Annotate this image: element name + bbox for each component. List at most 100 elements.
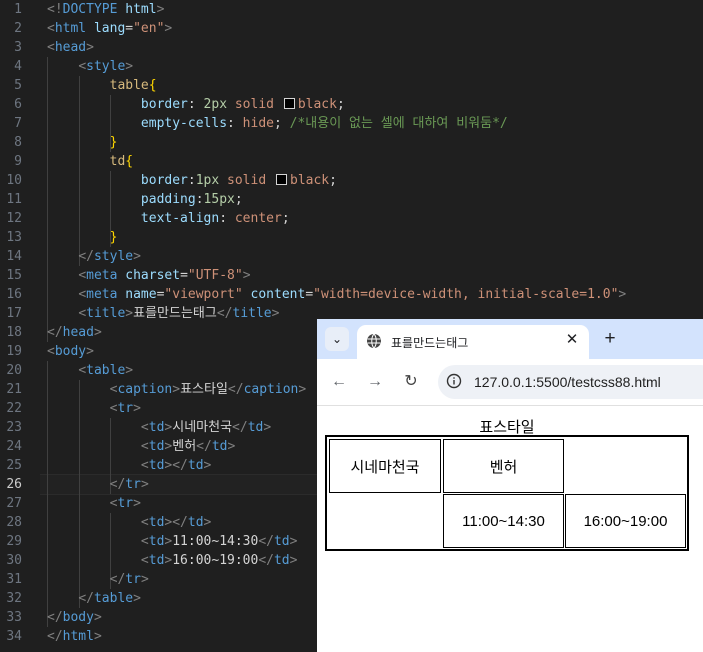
code-line[interactable]: 16 <meta name="viewport" content="width=… [0, 285, 703, 304]
line-number: 6 [14, 97, 22, 112]
code-text: padding:15px; [140, 192, 243, 207]
code-text: <td></td> [140, 458, 212, 473]
code-line[interactable]: 15 <meta charset="UTF-8"> [0, 266, 703, 285]
line-number: 1 [14, 2, 22, 17]
code-text: empty-cells: hide; /*내용이 없는 셀에 대하여 비워둠*/ [140, 116, 508, 131]
color-swatch-icon[interactable] [276, 174, 287, 185]
browser-window[interactable]: ⌄ 표를만드는태그 ✕ + ← → ↻ 127.0.0.1:5500/testc… [317, 319, 703, 652]
code-line[interactable]: 8 } [0, 133, 703, 152]
line-number: 9 [14, 154, 22, 169]
tab-search-button[interactable]: ⌄ [325, 327, 349, 351]
back-button[interactable]: ← [328, 371, 350, 393]
code-line[interactable]: 1 <!DOCTYPE html> [0, 0, 703, 19]
code-text: border: 2px solid black; [140, 97, 345, 112]
code-text: </table> [78, 591, 141, 606]
code-line[interactable]: 7 empty-cells: hide; /*내용이 없는 셀에 대하여 비워둠… [0, 114, 703, 133]
line-number: 13 [6, 230, 22, 245]
code-line[interactable]: 2 <html lang="en"> [0, 19, 703, 38]
code-text: </style> [78, 249, 141, 264]
line-number: 32 [6, 591, 22, 606]
code-text: </tr> [109, 572, 149, 587]
code-text: </head> [47, 325, 102, 340]
line-number: 14 [6, 249, 22, 264]
code-line[interactable]: 6 border: 2px solid black; [0, 95, 703, 114]
code-line[interactable]: 4 <style> [0, 57, 703, 76]
line-number: 4 [14, 59, 22, 74]
line-number: 29 [6, 534, 22, 549]
code-line[interactable]: 5 table{ [0, 76, 703, 95]
code-line[interactable]: 14 </style> [0, 247, 703, 266]
code-text: <meta name="viewport" content="width=dev… [78, 287, 627, 302]
table-cell: 16:00~19:00 [565, 494, 686, 548]
line-number: 7 [14, 116, 22, 131]
line-number: 24 [6, 439, 22, 454]
line-number: 2 [14, 21, 22, 36]
code-text: } [109, 230, 118, 245]
code-text: <td>11:00~14:30</td> [140, 534, 298, 549]
forward-button[interactable]: → [364, 371, 386, 393]
code-text: <tr> [109, 401, 141, 416]
line-number: 23 [6, 420, 22, 435]
tab-active[interactable]: 표를만드는태그 ✕ [357, 325, 589, 359]
table-caption: 표스타일 [479, 419, 535, 436]
code-text: } [109, 135, 118, 150]
code-line[interactable]: 11 padding:15px; [0, 190, 703, 209]
code-text: <table> [78, 363, 134, 378]
line-number: 21 [6, 382, 22, 397]
line-number: 31 [6, 572, 22, 587]
tab-strip: ⌄ 표를만드는태그 ✕ + [317, 319, 703, 359]
code-text: <body> [47, 344, 94, 359]
code-line[interactable]: 10 border:1px solid black; [0, 171, 703, 190]
code-text: <head> [47, 40, 94, 55]
code-text: </html> [47, 629, 102, 644]
code-text: </body> [47, 610, 102, 625]
code-text: <tr> [109, 496, 141, 511]
globe-icon [367, 333, 381, 349]
line-number: 18 [6, 325, 22, 340]
table-cell: 시네마천국 [329, 439, 441, 493]
url-text: 127.0.0.1:5500/testcss88.html [474, 374, 661, 390]
line-number: 28 [6, 515, 22, 530]
table-cell: 11:00~14:30 [443, 494, 564, 548]
table-cell: 벤허 [443, 439, 564, 493]
code-text: <meta charset="UTF-8"> [78, 268, 251, 283]
line-number: 25 [6, 458, 22, 473]
address-bar[interactable]: 127.0.0.1:5500/testcss88.html [438, 365, 703, 399]
line-number: 27 [6, 496, 22, 511]
line-number: 10 [6, 173, 22, 188]
line-number: 19 [6, 344, 22, 359]
line-number: 16 [6, 287, 22, 302]
code-line[interactable]: 12 text-align: center; [0, 209, 703, 228]
close-tab-icon[interactable]: ✕ [563, 331, 581, 349]
code-text: <style> [78, 59, 134, 74]
line-number: 5 [14, 78, 22, 93]
line-number: 3 [14, 40, 22, 55]
chevron-down-icon: ⌄ [331, 332, 343, 346]
code-line[interactable]: 13 } [0, 228, 703, 247]
line-number: 20 [6, 363, 22, 378]
tab-title: 표를만드는태그 [391, 336, 469, 350]
line-number: 26 [6, 477, 22, 492]
code-text: <td>시네마천국</td> [140, 420, 272, 435]
line-number: 12 [6, 211, 22, 226]
color-swatch-icon[interactable] [283, 98, 295, 109]
code-text: </tr> [109, 477, 149, 492]
code-text: <title>표를만드는태그</title> [78, 306, 280, 321]
new-tab-button[interactable]: + [599, 328, 621, 350]
line-number: 11 [6, 192, 22, 207]
code-text: border:1px solid black; [140, 173, 337, 188]
line-number: 15 [6, 268, 22, 283]
line-number: 22 [6, 401, 22, 416]
info-icon[interactable] [446, 373, 462, 389]
line-number: 17 [6, 306, 22, 321]
rendered-table: 시네마천국 벤허 11:00~14:30 16:00~19:00 [325, 435, 689, 551]
code-text: <caption>표스타일</caption> [109, 382, 307, 397]
line-number: 33 [6, 610, 22, 625]
reload-button[interactable]: ↻ [400, 371, 422, 393]
code-line[interactable]: 3 <head> [0, 38, 703, 57]
code-text: <td></td> [140, 515, 212, 530]
browser-toolbar: ← → ↻ 127.0.0.1:5500/testcss88.html [317, 359, 703, 406]
code-text: table{ [109, 78, 157, 93]
code-line[interactable]: 9 td{ [0, 152, 703, 171]
code-text: text-align: center; [140, 211, 290, 226]
